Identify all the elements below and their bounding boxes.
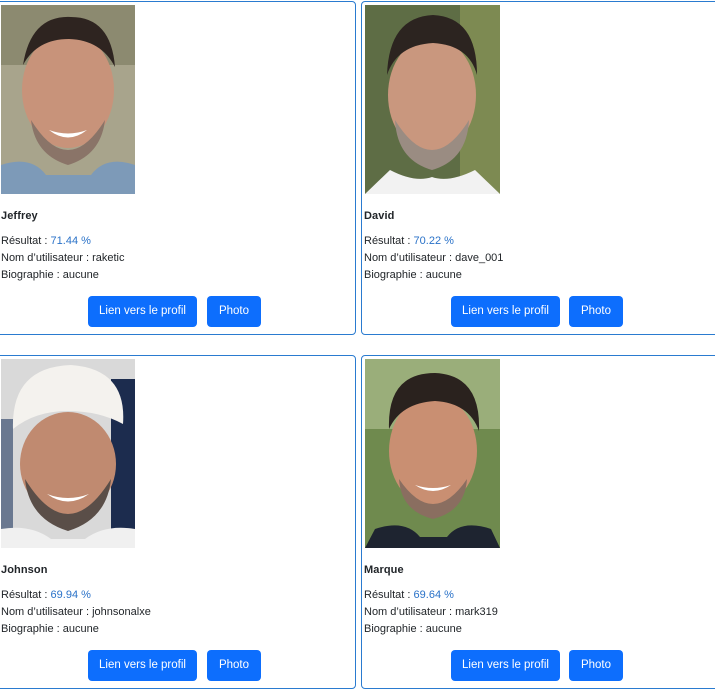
bio-line: Biographie : aucune — [364, 623, 462, 636]
bio-line: Biographie : aucune — [1, 623, 99, 636]
result-label: Résultat : — [1, 235, 51, 247]
result-line: Résultat : 69.64 % — [364, 589, 454, 602]
username-value: dave_001 — [455, 252, 504, 264]
profile-link-button[interactable]: Lien vers le profil — [451, 296, 560, 327]
person-name: David — [364, 210, 395, 222]
username-value: raketic — [92, 252, 125, 264]
photo-button[interactable]: Photo — [569, 650, 623, 681]
result-line: Résultat : 69.94 % — [1, 589, 91, 602]
result-label: Résultat : — [364, 235, 414, 247]
bio-line: Biographie : aucune — [1, 269, 99, 282]
profile-link-button[interactable]: Lien vers le profil — [88, 296, 197, 327]
bio-value: aucune — [425, 623, 462, 635]
bio-label: Biographie : — [1, 269, 63, 281]
person-name: Jeffrey — [1, 210, 38, 222]
bio-value: aucune — [62, 623, 99, 635]
result-score: 69.94 % — [50, 589, 91, 601]
result-score: 69.64 % — [413, 589, 454, 601]
username-line: Nom d’utilisateur : raketic — [1, 252, 125, 265]
result-card: David Résultat : 70.22 % Nom d’utilisate… — [361, 1, 715, 335]
result-card: Johnson Résultat : 69.94 % Nom d’utilisa… — [0, 355, 356, 689]
username-label: Nom d’utilisateur : — [364, 606, 456, 618]
result-card: Marque Résultat : 69.64 % Nom d’utilisat… — [361, 355, 715, 689]
username-line: Nom d’utilisateur : mark319 — [364, 606, 498, 619]
profile-photo — [1, 5, 135, 194]
result-label: Résultat : — [364, 589, 414, 601]
person-name: Johnson — [1, 564, 48, 576]
result-line: Résultat : 70.22 % — [364, 235, 454, 248]
result-score: 70.22 % — [413, 235, 454, 247]
bio-line: Biographie : aucune — [364, 269, 462, 282]
result-score: 71.44 % — [50, 235, 91, 247]
username-label: Nom d’utilisateur : — [1, 252, 93, 264]
profile-photo — [365, 359, 500, 548]
username-value: johnsonalxe — [92, 606, 151, 618]
results-grid: Jeffrey Résultat : 71.44 % Nom d’utilisa… — [0, 0, 715, 690]
photo-button[interactable]: Photo — [569, 296, 623, 327]
result-line: Résultat : 71.44 % — [1, 235, 91, 248]
username-line: Nom d’utilisateur : johnsonalxe — [1, 606, 151, 619]
profile-photo — [365, 5, 500, 194]
username-value: mark319 — [455, 606, 498, 618]
profile-link-button[interactable]: Lien vers le profil — [451, 650, 560, 681]
photo-button[interactable]: Photo — [207, 296, 261, 327]
bio-label: Biographie : — [364, 623, 426, 635]
bio-value: aucune — [425, 269, 462, 281]
photo-button[interactable]: Photo — [207, 650, 261, 681]
result-card: Jeffrey Résultat : 71.44 % Nom d’utilisa… — [0, 1, 356, 335]
profile-link-button[interactable]: Lien vers le profil — [88, 650, 197, 681]
username-line: Nom d’utilisateur : dave_001 — [364, 252, 503, 265]
bio-value: aucune — [62, 269, 99, 281]
profile-photo — [1, 359, 135, 548]
username-label: Nom d’utilisateur : — [364, 252, 456, 264]
result-label: Résultat : — [1, 589, 51, 601]
bio-label: Biographie : — [1, 623, 63, 635]
bio-label: Biographie : — [364, 269, 426, 281]
person-name: Marque — [364, 564, 404, 576]
username-label: Nom d’utilisateur : — [1, 606, 93, 618]
